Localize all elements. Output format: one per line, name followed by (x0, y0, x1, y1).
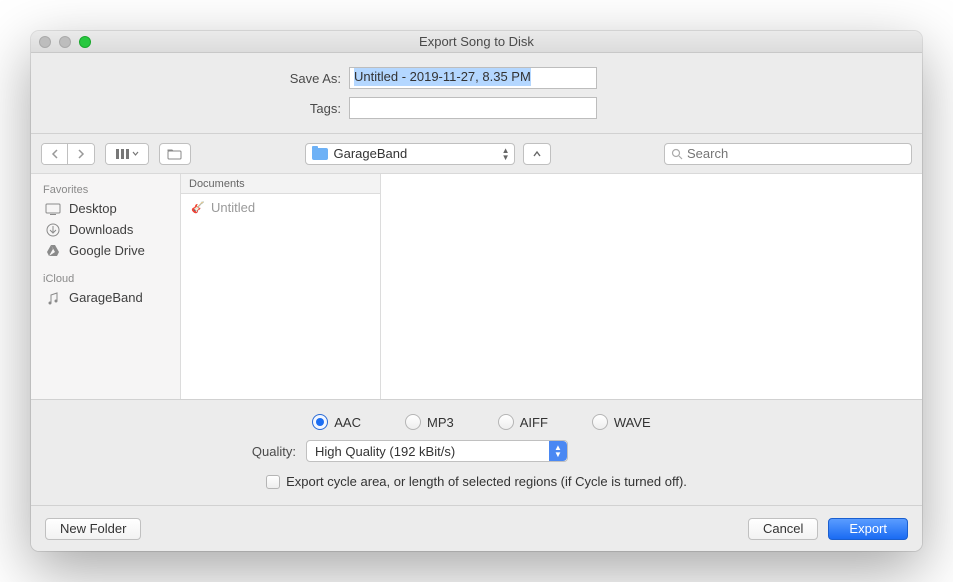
search-icon (671, 148, 683, 160)
export-cycle-label: Export cycle area, or length of selected… (286, 474, 687, 489)
folder-group-icon (167, 148, 183, 160)
garageband-icon (45, 291, 61, 305)
chevron-down-icon (132, 151, 139, 157)
finder-toolbar: GarageBand ▲▼ (31, 134, 922, 174)
format-radio-group: AAC MP3 AIFF WAVE (31, 414, 922, 430)
format-label: MP3 (427, 415, 454, 430)
sidebar-item-garageband[interactable]: GarageBand (31, 287, 180, 308)
sidebar-item-label: Google Drive (69, 243, 145, 258)
back-button[interactable] (42, 144, 68, 164)
columns-icon (116, 149, 130, 159)
export-cycle-checkbox[interactable] (266, 475, 280, 489)
tags-input[interactable] (349, 97, 597, 119)
export-dialog: Export Song to Disk Save As: Untitled - … (31, 31, 922, 551)
nav-back-forward (41, 143, 95, 165)
format-label: AAC (334, 415, 361, 430)
new-folder-button[interactable]: New Folder (45, 518, 141, 540)
format-label: AIFF (520, 415, 548, 430)
titlebar: Export Song to Disk (31, 31, 922, 53)
view-mode-select[interactable] (105, 143, 149, 165)
downloads-icon (45, 223, 61, 237)
save-as-input[interactable]: Untitled - 2019-11-27, 8.35 PM (349, 67, 597, 89)
dialog-footer: New Folder Cancel Export (31, 505, 922, 551)
updown-icon: ▲▼ (549, 441, 567, 461)
format-label: WAVE (614, 415, 651, 430)
format-aiff[interactable]: AIFF (498, 414, 548, 430)
sidebar: Favorites Desktop Downloads Google Drive… (31, 174, 181, 399)
sidebar-section-favorites: Favorites (31, 180, 180, 198)
column-header: Documents (181, 174, 380, 194)
location-label: GarageBand (334, 146, 408, 161)
cancel-button[interactable]: Cancel (748, 518, 818, 540)
project-icon: 🎸 (191, 201, 205, 215)
quality-value: High Quality (192 kBit/s) (315, 444, 455, 459)
documents-column: Documents 🎸 Untitled (181, 174, 381, 399)
quality-select[interactable]: High Quality (192 kBit/s) ▲▼ (306, 440, 568, 462)
format-wave[interactable]: WAVE (592, 414, 651, 430)
preview-pane (381, 174, 922, 399)
sidebar-section-icloud: iCloud (31, 269, 180, 287)
sidebar-item-google-drive[interactable]: Google Drive (31, 240, 180, 261)
save-form: Save As: Untitled - 2019-11-27, 8.35 PM … (31, 53, 922, 134)
group-button[interactable] (159, 143, 191, 165)
sidebar-item-label: Desktop (69, 201, 117, 216)
drive-icon (45, 244, 61, 258)
export-options: AAC MP3 AIFF WAVE Quality: High Q (31, 399, 922, 505)
tags-label: Tags: (31, 101, 341, 116)
file-browser: Favorites Desktop Downloads Google Drive… (31, 174, 922, 399)
export-button[interactable]: Export (828, 518, 908, 540)
forward-button[interactable] (68, 144, 94, 164)
window-title: Export Song to Disk (31, 34, 922, 49)
format-aac[interactable]: AAC (312, 414, 361, 430)
search-input[interactable] (664, 143, 912, 165)
file-label: Untitled (211, 200, 255, 215)
folder-icon (312, 148, 328, 160)
chevron-up-icon (532, 150, 542, 158)
collapse-button[interactable] (523, 143, 551, 165)
format-mp3[interactable]: MP3 (405, 414, 454, 430)
sidebar-item-label: Downloads (69, 222, 133, 237)
quality-label: Quality: (31, 444, 296, 459)
location-dropdown[interactable]: GarageBand ▲▼ (305, 143, 515, 165)
sidebar-item-desktop[interactable]: Desktop (31, 198, 180, 219)
sidebar-item-label: GarageBand (69, 290, 143, 305)
updown-icon: ▲▼ (502, 147, 510, 161)
file-item[interactable]: 🎸 Untitled (181, 198, 380, 217)
save-as-value: Untitled - 2019-11-27, 8.35 PM (354, 68, 531, 86)
sidebar-item-downloads[interactable]: Downloads (31, 219, 180, 240)
save-as-label: Save As: (31, 71, 341, 86)
desktop-icon (45, 202, 61, 216)
